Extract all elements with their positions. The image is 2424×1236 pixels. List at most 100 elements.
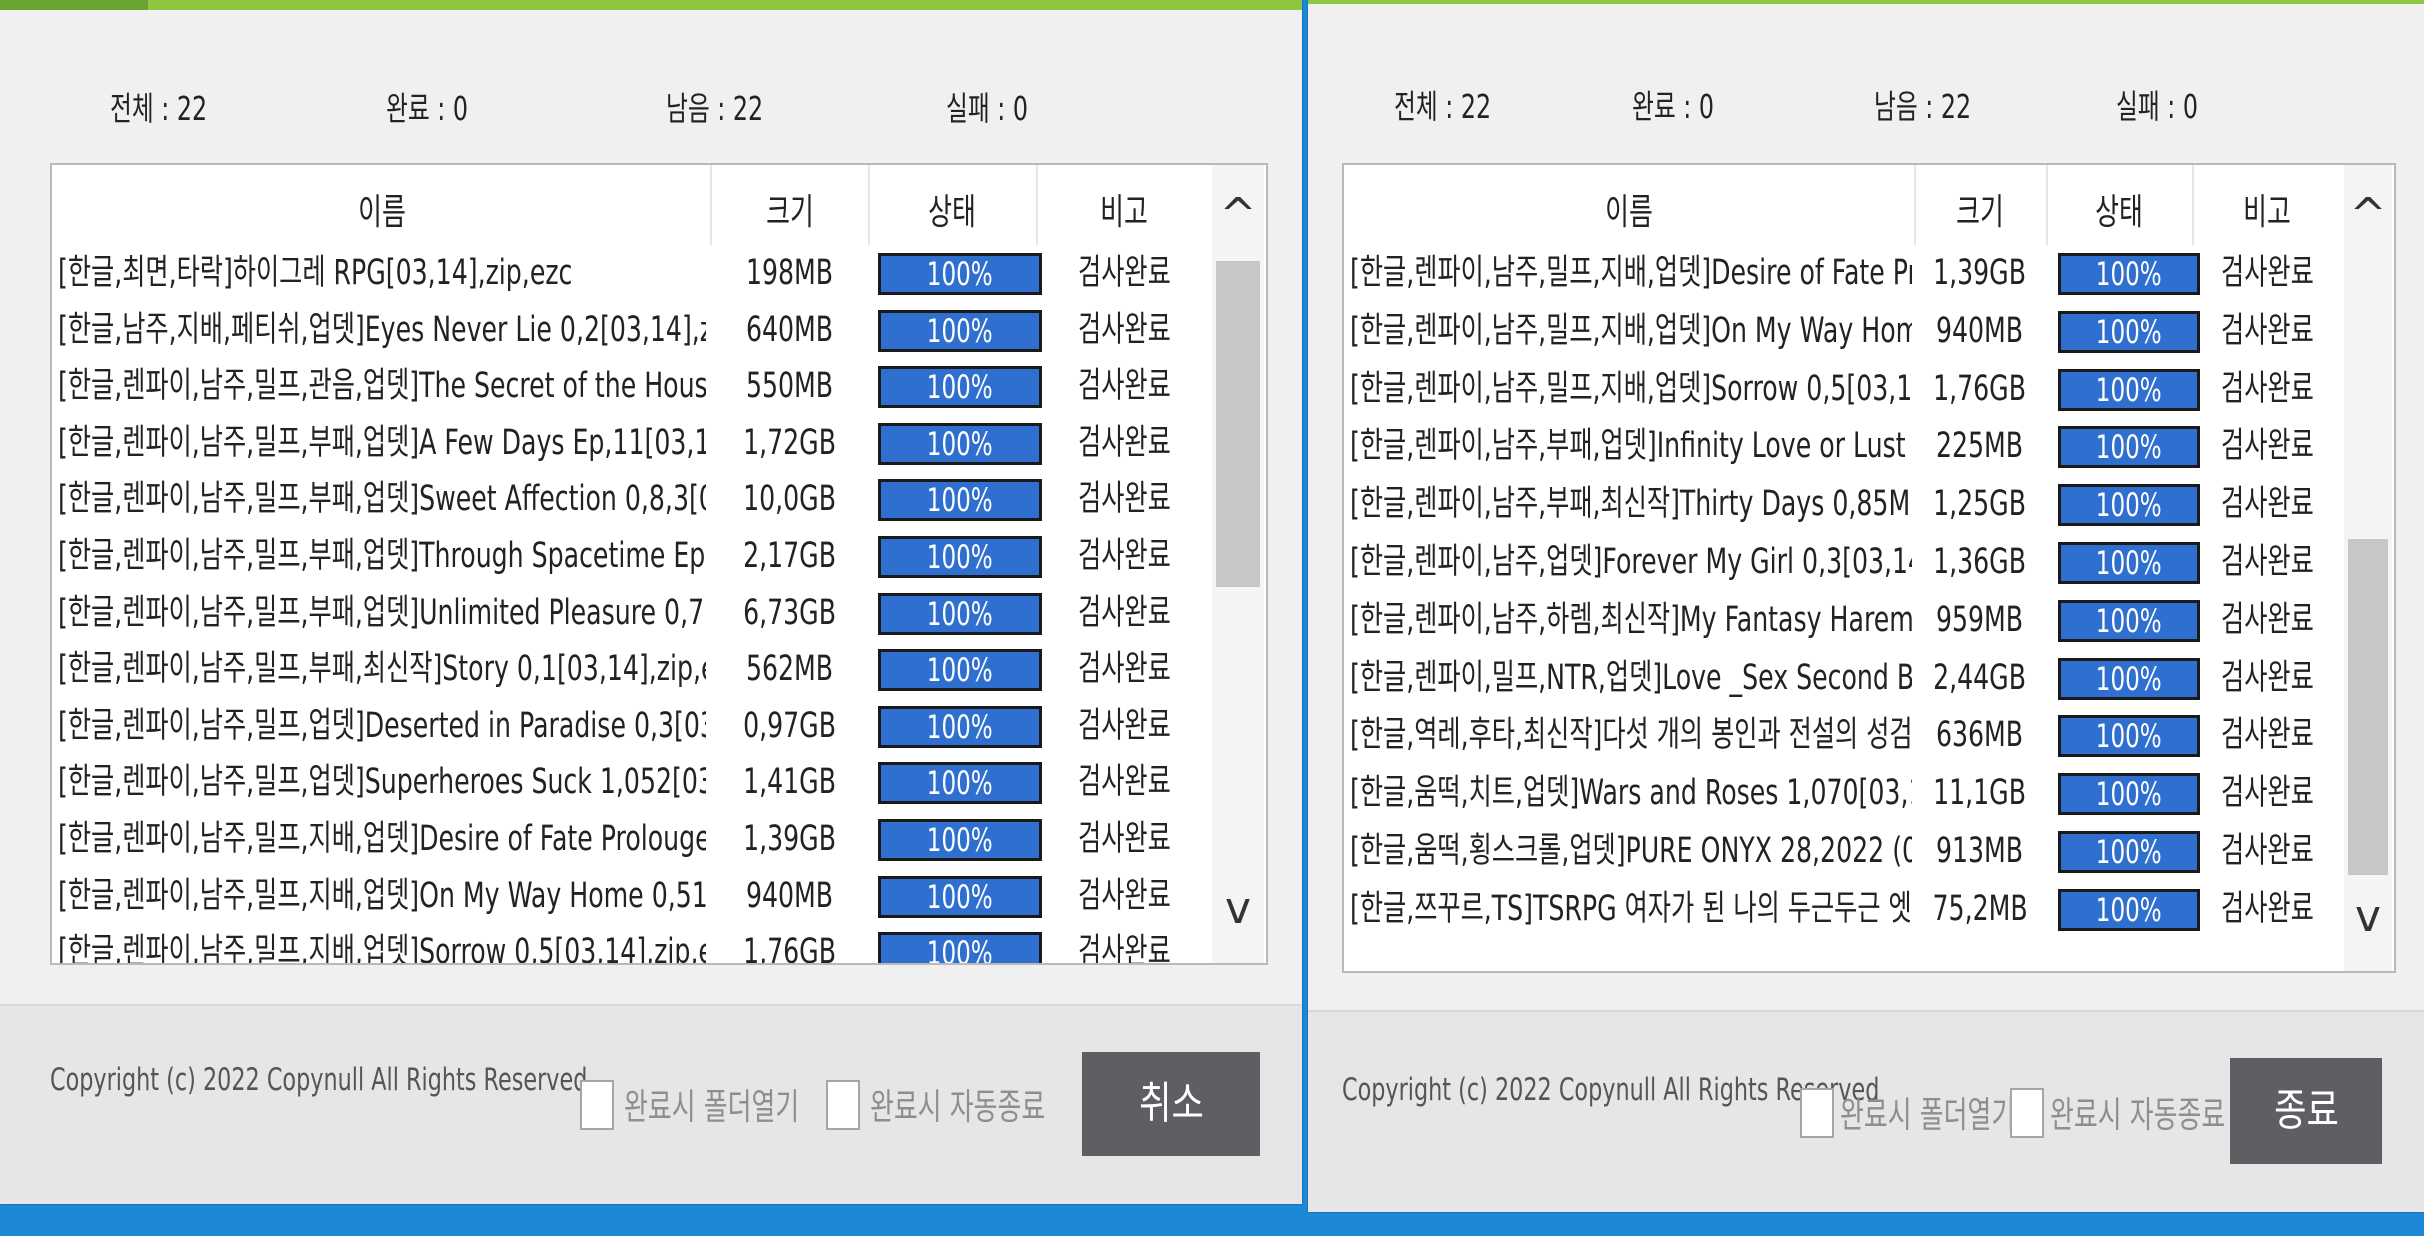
progress-bar: 100% — [878, 819, 1042, 861]
file-size: 1,76GB — [1933, 368, 2027, 409]
table-row[interactable]: [한글,렌파이,남주,부패,업뎃]Infinity Love or Lust R… — [1344, 418, 2344, 474]
progress-topbar — [0, 0, 1302, 10]
scroll-down-icon[interactable]: v — [1212, 883, 1264, 934]
exit-button[interactable]: 종료 — [2230, 1058, 2382, 1164]
file-name: [한글,역레,후타,최신작]다섯 개의 봉인과 전설의 성검 1,03[0 — [1350, 715, 1912, 756]
header-name[interactable]: 이름 — [144, 183, 619, 235]
table-row[interactable]: [한글,렌파이,남주,밀프,부패,업뎃]A Few Days Ep,11[03,… — [52, 415, 1212, 471]
column-separator — [2192, 165, 2194, 245]
auto-exit-label[interactable]: 완료시 자동종료 — [870, 1078, 1045, 1130]
file-name: [한글,렌파이,남주,부패,최신작]Thirty Days 0,85M[03,1… — [1350, 484, 1912, 525]
header-size[interactable]: 크기 — [1932, 183, 2027, 235]
left-window: 전체 : 22 완료 : 0 남음 : 22 실패 : 0 이름 크기 상태 비… — [0, 0, 1302, 1204]
table-row[interactable]: [한글,렌파이,남주,하렘,최신작]My Fantasy Harem 0,1[0… — [1344, 592, 2344, 648]
file-size: 11,1GB — [1933, 773, 2027, 814]
status-note: 검사완료 — [2220, 542, 2314, 582]
status-note: 검사완료 — [1077, 762, 1171, 803]
status-note: 검사완료 — [2220, 368, 2314, 409]
table-row[interactable]: [한글,렌파이,남주,부패,최신작]Thirty Days 0,85M[03,1… — [1344, 476, 2344, 532]
table-row[interactable]: [한글,렌파이,남주,밀프,지배,업뎃]Sorrow 0,5[03,14],zi… — [52, 924, 1212, 965]
scroll-down-icon[interactable]: v — [2344, 891, 2392, 942]
header-note[interactable]: 비고 — [2213, 183, 2321, 235]
header-status[interactable]: 상태 — [2066, 183, 2171, 235]
auto-exit-checkbox[interactable] — [2010, 1088, 2044, 1138]
scroll-up-icon[interactable]: ^ — [2344, 189, 2392, 240]
header-status[interactable]: 상태 — [892, 183, 1013, 235]
file-name: [한글,쯔꾸르,TS]TSRPG 여자가 된 나의 두근두근 엣찌한 체 — [1350, 888, 1912, 929]
status-note: 검사완료 — [1077, 649, 1171, 690]
table-row[interactable]: [한글,렌파이,남주,밀프,지배,업뎃]Desire of Fate Prolo… — [52, 811, 1212, 867]
status-note: 검사완료 — [1077, 932, 1171, 965]
table-row[interactable]: [한글,렌파이,남주,밀프,지배,업뎃]On My Way Home 0,51,… — [52, 868, 1212, 924]
scroll-up-icon[interactable]: ^ — [1212, 189, 1264, 240]
table-row[interactable]: [한글,렌파이,밀프,NTR,업뎃]Love _Sex Second Base … — [1344, 650, 2344, 706]
file-size: 1,39GB — [1933, 253, 2027, 293]
scroll-thumb[interactable] — [1216, 261, 1260, 587]
file-name: [한글,렌파이,남주,하렘,최신작]My Fantasy Harem 0,1[0… — [1350, 599, 1912, 640]
file-name: [한글,최면,타락]하이그레 RPG[03,14],zip,ezc — [58, 253, 573, 293]
open-folder-label[interactable]: 완료시 폴더열기 — [624, 1078, 799, 1130]
progress-bar: 100% — [878, 253, 1042, 295]
file-name: [한글,렌파이,남주,밀프,관음,업뎃]The Secret of the Ho… — [58, 366, 706, 407]
auto-exit-checkbox[interactable] — [826, 1080, 860, 1130]
progress-bar: 100% — [878, 932, 1042, 963]
table-row[interactable]: [한글,움떡,치트,업뎃]Wars and Roses 1,070[03,14]… — [1344, 765, 2344, 821]
file-size: 640MB — [746, 309, 834, 350]
table-row[interactable]: [한글,렌파이,남주,밀프,업뎃]Superheroes Suck 1,052[… — [52, 754, 1212, 810]
status-note: 검사완료 — [2220, 715, 2314, 756]
file-size: 75,2MB — [1932, 888, 2028, 929]
file-list[interactable]: 이름 크기 상태 비고 [한글,렌파이,남주,밀프,지배,업뎃]Desire o… — [1342, 163, 2396, 973]
header-note[interactable]: 비고 — [1061, 183, 1188, 235]
column-separator — [710, 165, 712, 245]
table-row[interactable]: [한글,렌파이,남주,밀프,지배,업뎃]Sorrow 0,5[03,14],zi… — [1344, 361, 2344, 417]
column-separator — [2046, 165, 2048, 245]
table-row[interactable]: [한글,렌파이,남주,밀프,업뎃]Deserted in Paradise 0,… — [52, 698, 1212, 754]
stat-remain: 남음 : 22 — [666, 89, 764, 128]
file-size: 2,17GB — [743, 536, 837, 576]
file-name: [한글,렌파이,남주,밀프,지배,업뎃]Sorrow 0,5[03,14],zi… — [1350, 368, 1912, 409]
stat-done: 완료 : 0 — [1632, 87, 1714, 126]
progress-bar: 100% — [878, 366, 1042, 409]
scrollbar[interactable]: ^ v — [1212, 165, 1264, 963]
progress-bar: 100% — [2058, 368, 2200, 411]
file-size: 0,97GB — [743, 705, 837, 746]
file-size: 10,0GB — [743, 479, 837, 520]
scroll-thumb[interactable] — [2348, 539, 2388, 875]
file-list[interactable]: 이름 크기 상태 비고 [한글,최면,타락]하이그레 RPG[03,14],zi… — [50, 163, 1268, 965]
progress-bar: 100% — [2058, 542, 2200, 584]
table-row[interactable]: [한글,남주,지배,페티쉬,업뎃]Eyes Never Lie 0,2[03,1… — [52, 302, 1212, 358]
auto-exit-label[interactable]: 완료시 자동종료 — [2050, 1086, 2225, 1138]
header-size[interactable]: 크기 — [734, 183, 846, 235]
file-size: 1,41GB — [743, 762, 837, 803]
table-row[interactable]: [한글,렌파이,남주,밀프,부패,업뎃]Unlimited Pleasure 0… — [52, 585, 1212, 641]
file-size: 562MB — [746, 649, 834, 690]
open-folder-checkbox[interactable] — [580, 1080, 614, 1130]
scrollbar[interactable]: ^ v — [2344, 165, 2392, 971]
table-row[interactable]: [한글,쯔꾸르,TS]TSRPG 여자가 된 나의 두근두근 엣찌한 체 75,2… — [1344, 881, 2344, 937]
progress-bar: 100% — [2058, 310, 2200, 353]
file-name: [한글,렌파이,남주,밀프,업뎃]Superheroes Suck 1,052[… — [58, 762, 706, 803]
table-row[interactable]: [한글,렌파이,남주,밀프,부패,최신작]Story 0,1[03,14],zi… — [52, 641, 1212, 697]
copyright-text: Copyright (c) 2022 Copynull All Rights R… — [50, 1062, 588, 1098]
table-row[interactable]: [한글,렌파이,남주,밀프,부패,업뎃]Through Spacetime Ep… — [52, 528, 1212, 584]
open-folder-label[interactable]: 완료시 폴더열기 — [1840, 1086, 2015, 1138]
header-name[interactable]: 이름 — [1424, 183, 1834, 235]
cancel-button[interactable]: 취소 — [1082, 1052, 1260, 1156]
status-note: 검사완료 — [1077, 366, 1171, 407]
open-folder-checkbox[interactable] — [1800, 1088, 1834, 1138]
status-note: 검사완료 — [1077, 536, 1171, 576]
table-row[interactable]: [한글,렌파이,남주,업뎃]Forever My Girl 0,3[03,14]… — [1344, 534, 2344, 590]
file-name: [한글,렌파이,남주,업뎃]Forever My Girl 0,3[03,14]… — [1350, 542, 1912, 582]
file-name: [한글,렌파이,남주,밀프,지배,업뎃]On My Way Home 0,51,… — [1350, 310, 1912, 351]
table-row[interactable]: [한글,움떡,횡스크롤,업뎃]PURE ONYX 28,2022 (03,14]… — [1344, 823, 2344, 879]
column-separator — [1036, 165, 1038, 245]
table-row[interactable]: [한글,렌파이,남주,밀프,지배,업뎃]Desire of Fate Prolo… — [1344, 245, 2344, 301]
table-row[interactable]: [한글,역레,후타,최신작]다섯 개의 봉인과 전설의 성검 1,03[0 636… — [1344, 707, 2344, 763]
file-name: [한글,렌파이,남주,밀프,부패,업뎃]A Few Days Ep,11[03,… — [58, 422, 706, 463]
table-row[interactable]: [한글,렌파이,남주,밀프,관음,업뎃]The Secret of the Ho… — [52, 358, 1212, 414]
file-name: [한글,렌파이,남주,밀프,부패,업뎃]Through Spacetime Ep… — [58, 536, 706, 576]
file-size: 2,44GB — [1933, 657, 2027, 698]
table-row[interactable]: [한글,렌파이,남주,밀프,지배,업뎃]On My Way Home 0,51,… — [1344, 303, 2344, 359]
table-row[interactable]: [한글,최면,타락]하이그레 RPG[03,14],zip,ezc 198MB 10… — [52, 245, 1212, 301]
table-row[interactable]: [한글,렌파이,남주,밀프,부패,업뎃]Sweet Affection 0,8,… — [52, 471, 1212, 527]
